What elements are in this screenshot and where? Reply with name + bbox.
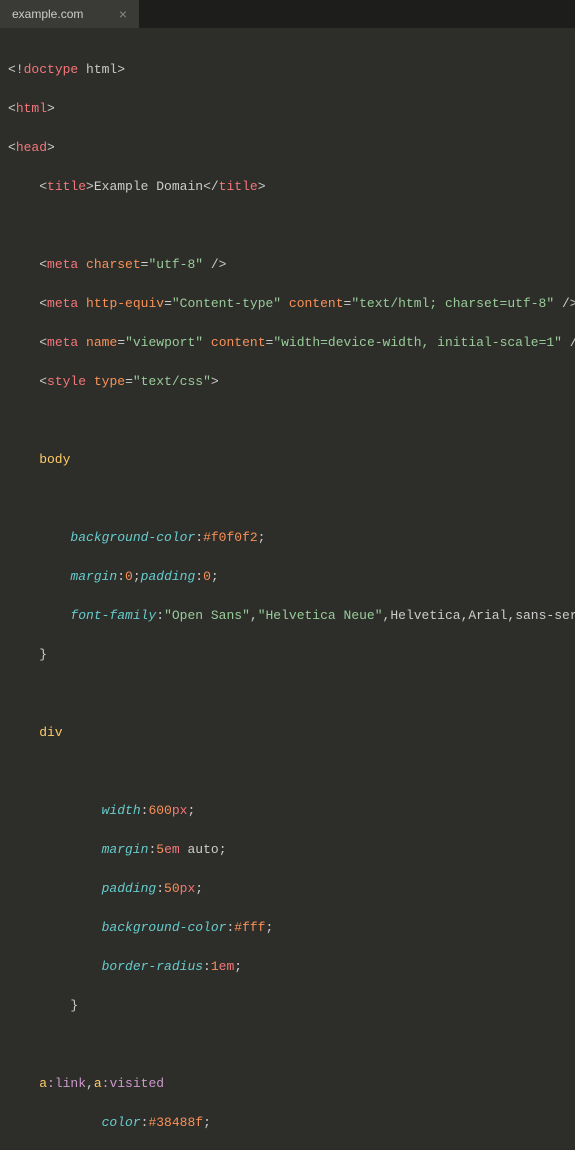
code-line: margin:0;padding:0; xyxy=(8,567,567,587)
code-line: width:600px; xyxy=(8,801,567,821)
code-line: <!doctype html> xyxy=(8,60,567,80)
code-line xyxy=(8,489,567,509)
code-line: } xyxy=(8,645,567,665)
code-line xyxy=(8,762,567,782)
code-line: background-color:#f0f0f2; xyxy=(8,528,567,548)
code-line: } xyxy=(8,996,567,1016)
code-line: <html> xyxy=(8,99,567,119)
code-line xyxy=(8,684,567,704)
code-line: <style type="text/css"> xyxy=(8,372,567,392)
code-line: border-radius:1em; xyxy=(8,957,567,977)
close-icon[interactable]: × xyxy=(119,7,127,21)
code-line: <title>Example Domain</title> xyxy=(8,177,567,197)
code-line: body xyxy=(8,450,567,470)
code-line xyxy=(8,216,567,236)
code-line: <meta name="viewport" content="width=dev… xyxy=(8,333,567,353)
code-line: <meta charset="utf-8" /> xyxy=(8,255,567,275)
code-editor[interactable]: <!doctype html> <html> <head> <title>Exa… xyxy=(0,28,575,1150)
code-line: background-color:#fff; xyxy=(8,918,567,938)
code-line xyxy=(8,411,567,431)
tab-example[interactable]: example.com × xyxy=(0,0,140,28)
code-line: font-family:"Open Sans","Helvetica Neue"… xyxy=(8,606,567,626)
tab-bar: example.com × xyxy=(0,0,575,28)
code-line: margin:5em auto; xyxy=(8,840,567,860)
code-line xyxy=(8,1035,567,1055)
code-line: <head> xyxy=(8,138,567,158)
code-line: <meta http-equiv="Content-type" content=… xyxy=(8,294,567,314)
code-line: padding:50px; xyxy=(8,879,567,899)
tab-title: example.com xyxy=(12,7,83,21)
code-line: color:#38488f; xyxy=(8,1113,567,1133)
code-line: div xyxy=(8,723,567,743)
code-line: a:link,a:visited xyxy=(8,1074,567,1094)
